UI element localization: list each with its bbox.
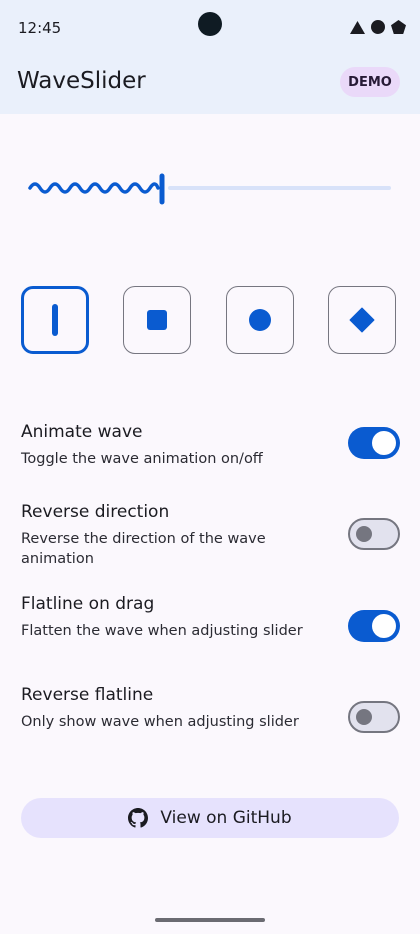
setting-description: Only show wave when adjusting slider	[21, 714, 299, 730]
triangle-icon	[350, 20, 365, 34]
app-bar: WaveSlider DEMO	[0, 56, 420, 114]
setting-title: Animate wave	[21, 422, 143, 442]
thumb-shape-selector	[21, 286, 401, 358]
camera-cutout	[198, 12, 222, 36]
app-title: WaveSlider	[17, 68, 146, 94]
toggle-thumb	[356, 709, 372, 725]
status-bar: 12:45	[0, 0, 420, 56]
animate-wave-toggle[interactable]	[348, 427, 400, 459]
shape-option-square[interactable]	[123, 286, 191, 354]
setting-description: Toggle the wave animation on/off	[21, 451, 263, 467]
status-icons	[350, 20, 406, 34]
reverse-flatline-toggle[interactable]	[348, 701, 400, 733]
view-on-github-button[interactable]: View on GitHub	[21, 798, 399, 838]
wave-slider[interactable]	[20, 158, 400, 218]
shape-option-circle[interactable]	[226, 286, 294, 354]
line-thumb-icon	[52, 304, 58, 336]
pentagon-icon	[391, 20, 406, 34]
toggle-thumb	[372, 614, 396, 638]
status-time: 12:45	[18, 19, 62, 37]
setting-reverse-direction: Reverse direction Reverse the direction …	[21, 501, 401, 569]
setting-reverse-flatline: Reverse flatline Only show wave when adj…	[21, 684, 401, 733]
toggle-thumb	[356, 526, 372, 542]
setting-description: Flatten the wave when adjusting slider	[21, 623, 303, 639]
github-icon	[128, 808, 149, 828]
setting-flatline-on-drag: Flatline on drag Flatten the wave when a…	[21, 593, 401, 642]
phone-screen: 12:45 WaveSlider DEMO Animate wave Toggl…	[0, 0, 420, 934]
demo-badge: DEMO	[340, 67, 400, 97]
circle-thumb-icon	[249, 309, 271, 331]
toggle-thumb	[372, 431, 396, 455]
setting-animate-wave: Animate wave Toggle the wave animation o…	[21, 421, 401, 469]
setting-description: Reverse the direction of the wave animat…	[21, 531, 266, 567]
setting-title: Flatline on drag	[21, 594, 155, 614]
setting-title: Reverse direction	[21, 502, 170, 522]
circle-icon	[371, 20, 385, 34]
setting-title: Reverse flatline	[21, 685, 154, 705]
reverse-direction-toggle[interactable]	[348, 518, 400, 550]
github-button-label: View on GitHub	[160, 808, 292, 828]
shape-option-diamond[interactable]	[328, 286, 396, 354]
shape-option-line[interactable]	[21, 286, 89, 354]
diamond-thumb-icon	[349, 307, 375, 333]
navigation-handle[interactable]	[155, 918, 265, 922]
square-thumb-icon	[147, 310, 167, 330]
flatline-on-drag-toggle[interactable]	[348, 610, 400, 642]
slider-wave-track	[28, 182, 160, 194]
